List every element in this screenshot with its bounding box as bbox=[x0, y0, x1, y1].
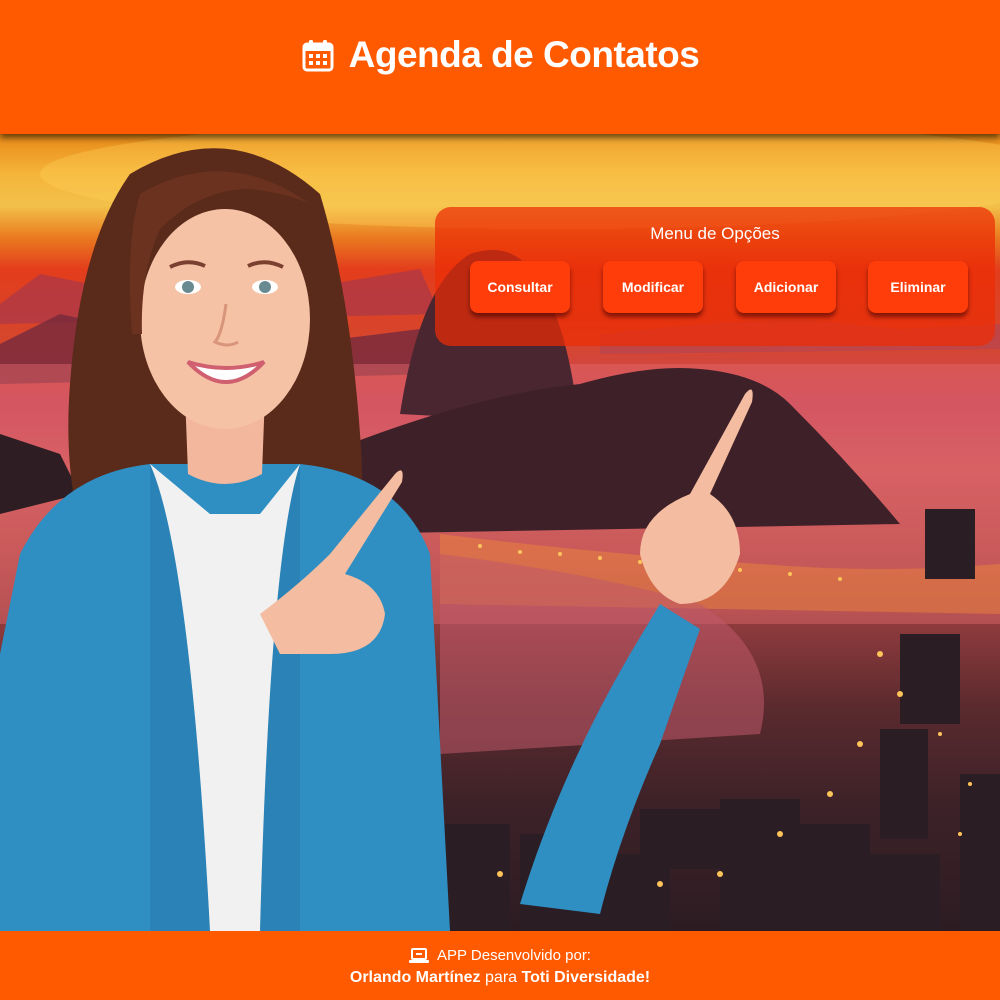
options-menu-panel: Menu de Opções Consultar Modificar Adici… bbox=[435, 207, 995, 346]
adicionar-button[interactable]: Adicionar bbox=[736, 261, 836, 313]
laptop-icon bbox=[409, 947, 429, 963]
footer-connector: para bbox=[485, 969, 518, 986]
footer-developed-by: APP Desenvolvido por: bbox=[437, 947, 591, 964]
footer-credit-line: APP Desenvolvido por: bbox=[0, 947, 1000, 964]
footer-author-line: Orlando Martínez para Toti Diversidade! bbox=[0, 969, 1000, 987]
footer-author: Orlando Martínez bbox=[349, 969, 481, 986]
title-group: Agenda de Contatos bbox=[0, 30, 1000, 80]
calendar-icon bbox=[302, 40, 334, 72]
header-bar: Agenda de Contatos bbox=[0, 0, 1000, 134]
consultar-button[interactable]: Consultar bbox=[470, 261, 570, 313]
eliminar-button[interactable]: Eliminar bbox=[868, 261, 968, 313]
modificar-button[interactable]: Modificar bbox=[603, 261, 703, 313]
page-title: Agenda de Contatos bbox=[348, 34, 700, 75]
footer-organization: Toti Diversidade! bbox=[521, 969, 651, 986]
footer-bar: APP Desenvolvido por: Orlando Martínez p… bbox=[0, 931, 1000, 1000]
app-page: Agenda de Contatos Menu de Opções Consul… bbox=[0, 0, 1000, 1000]
menu-title: Menu de Opções bbox=[650, 224, 780, 243]
